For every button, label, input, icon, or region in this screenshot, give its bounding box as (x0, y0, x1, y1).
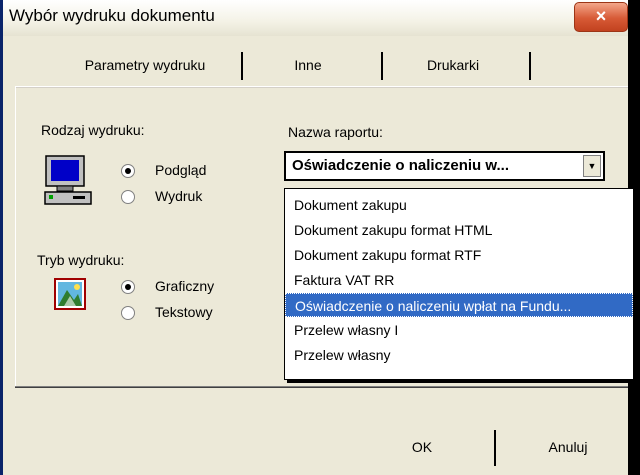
close-button[interactable]: × (574, 2, 628, 32)
computer-icon (43, 154, 93, 206)
list-item[interactable]: Dokument zakupu (285, 193, 633, 217)
radio-tekstowy-label[interactable]: Tekstowy (155, 304, 213, 320)
report-select[interactable]: Oświadczenie o naliczeniu w... ▼ (284, 151, 605, 181)
print-type-label: Rodzaj wydruku: (41, 122, 145, 138)
ok-button[interactable]: OK (387, 428, 457, 466)
picture-icon (54, 278, 86, 310)
tab-parametry-wydruku[interactable]: Parametry wydruku (55, 52, 235, 78)
radio-wydruk[interactable] (121, 190, 135, 204)
report-select-value: Oświadczenie o naliczeniu w... (292, 157, 510, 174)
tab-separator (529, 52, 531, 80)
tab-panel-bottom-shade (15, 387, 628, 388)
tab-drukarki[interactable]: Drukarki (393, 52, 513, 78)
cancel-button[interactable]: Anuluj (523, 428, 613, 466)
button-separator (494, 430, 496, 466)
radio-podglad-label[interactable]: Podgląd (155, 162, 206, 178)
tab-panel-top-shade (15, 87, 628, 88)
chevron-down-icon[interactable]: ▼ (583, 155, 601, 177)
tab-inne[interactable]: Inne (271, 52, 345, 78)
dialog-window: Wybór wydruku dokumentu × Parametry wydr… (0, 0, 634, 475)
list-item[interactable]: Przelew własny (285, 343, 633, 367)
list-item[interactable]: Faktura VAT RR (285, 268, 633, 292)
radio-wydruk-label[interactable]: Wydruk (155, 188, 202, 204)
radio-podglad[interactable] (121, 164, 135, 178)
window-title: Wybór wydruku dokumentu (9, 6, 215, 25)
title-bar[interactable]: Wybór wydruku dokumentu × (3, 0, 628, 36)
print-mode-label: Tryb wydruku: (37, 252, 125, 268)
radio-graficzny-label[interactable]: Graficzny (155, 278, 214, 294)
list-item[interactable]: Dokument zakupu format RTF (285, 243, 633, 267)
report-name-label: Nazwa raportu: (288, 124, 383, 140)
tab-separator (241, 52, 243, 80)
tab-panel-left (15, 87, 16, 387)
list-item[interactable]: Przelew własny I (285, 318, 633, 342)
tab-separator (381, 52, 383, 80)
list-item-selected[interactable]: Oświadczenie o naliczeniu wpłat na Fundu… (285, 293, 633, 317)
radio-tekstowy[interactable] (121, 306, 135, 320)
list-item[interactable]: Dokument zakupu format HTML (285, 218, 633, 242)
radio-graficzny[interactable] (121, 280, 135, 294)
report-dropdown-list[interactable]: Dokument zakupu Dokument zakupu format H… (284, 188, 634, 380)
